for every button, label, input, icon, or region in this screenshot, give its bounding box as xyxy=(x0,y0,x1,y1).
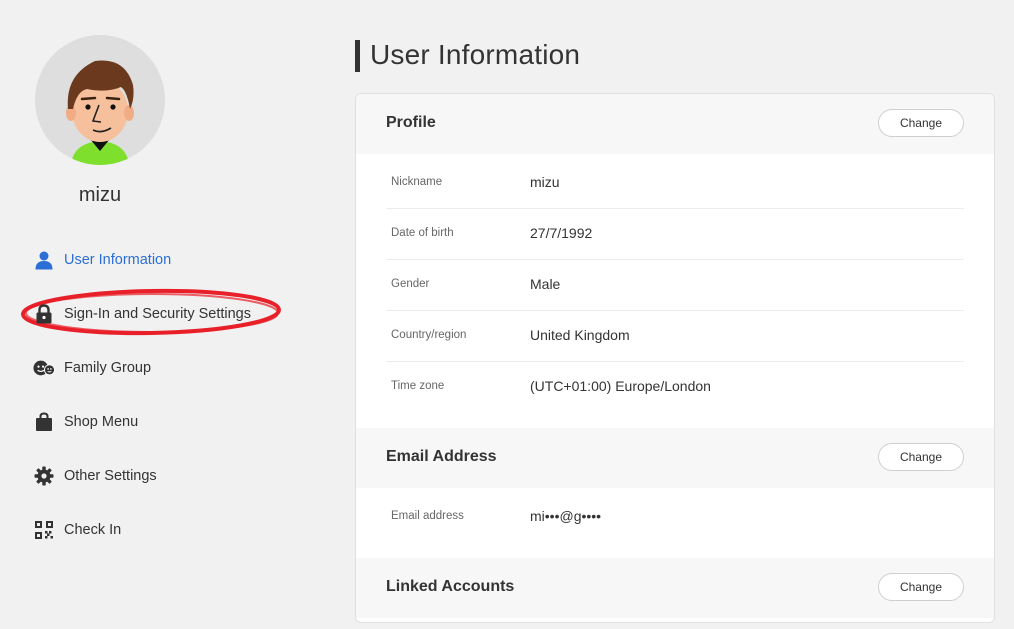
avatar xyxy=(35,35,165,165)
sidebar-item-check-in[interactable]: Check In xyxy=(33,516,121,544)
profile-row-date-of-birth: Date of birth 27/7/1992 xyxy=(386,209,964,260)
row-value: Male xyxy=(530,276,561,292)
email-section-title: Email Address xyxy=(386,448,497,465)
linked-accounts-section-title: Linked Accounts xyxy=(386,578,515,595)
row-label: Country/region xyxy=(391,329,467,341)
mii-avatar-icon xyxy=(35,35,165,165)
gear-icon xyxy=(33,465,55,487)
email-section-header: Email Address Change xyxy=(356,428,994,488)
user-info-card: Profile Change Nickname mizu Date of bir… xyxy=(355,93,995,623)
row-value: mizu xyxy=(530,174,560,190)
row-label: Gender xyxy=(391,278,430,290)
profile-row-gender: Gender Male xyxy=(386,260,964,311)
email-change-button[interactable]: Change xyxy=(878,443,964,471)
family-icon xyxy=(33,357,55,379)
email-row-address: Email address mi•••@g•••• xyxy=(386,492,964,543)
sidebar-item-label: Sign-In and Security Settings xyxy=(64,306,251,322)
row-label: Time zone xyxy=(391,380,445,392)
lock-icon xyxy=(33,303,55,325)
profile-section-header: Profile Change xyxy=(356,94,994,154)
row-label: Date of birth xyxy=(391,227,454,239)
sidebar-item-label: User Information xyxy=(64,252,172,268)
user-icon xyxy=(33,249,55,271)
sidebar: mizu User Information Sign-In and Securi… xyxy=(0,0,330,629)
sidebar-item-label: Check In xyxy=(64,522,122,538)
qr-code-icon xyxy=(33,519,55,541)
row-label: Nickname xyxy=(391,176,443,188)
sidebar-item-user-information[interactable]: User Information xyxy=(33,246,171,274)
username: mizu xyxy=(78,184,122,206)
sidebar-item-label: Shop Menu xyxy=(64,414,139,430)
shopping-bag-icon xyxy=(33,411,55,433)
sidebar-item-family-group[interactable]: Family Group xyxy=(33,354,151,382)
sidebar-item-sign-in-security[interactable]: Sign-In and Security Settings xyxy=(33,300,251,328)
profile-change-button[interactable]: Change xyxy=(878,109,964,137)
row-value: United Kingdom xyxy=(530,327,630,343)
sidebar-item-shop-menu[interactable]: Shop Menu xyxy=(33,408,138,436)
sidebar-item-label: Family Group xyxy=(64,360,152,376)
page-title-accent-bar xyxy=(355,40,360,72)
page-title: User Information xyxy=(370,39,581,70)
profile-row-country-region: Country/region United Kingdom xyxy=(386,311,964,362)
linked-accounts-section-header: Linked Accounts Change xyxy=(356,558,994,618)
row-value: (UTC+01:00) Europe/London xyxy=(530,378,711,394)
row-label: Email address xyxy=(391,510,464,522)
sidebar-item-other-settings[interactable]: Other Settings xyxy=(33,462,157,490)
profile-section-title: Profile xyxy=(386,114,436,131)
row-value: 27/7/1992 xyxy=(530,225,593,241)
linked-accounts-change-button[interactable]: Change xyxy=(878,573,964,601)
sidebar-item-label: Other Settings xyxy=(64,468,157,484)
profile-row-nickname: Nickname mizu xyxy=(386,158,964,209)
profile-row-time-zone: Time zone (UTC+01:00) Europe/London xyxy=(386,362,964,413)
row-value: mi•••@g•••• xyxy=(530,508,602,524)
